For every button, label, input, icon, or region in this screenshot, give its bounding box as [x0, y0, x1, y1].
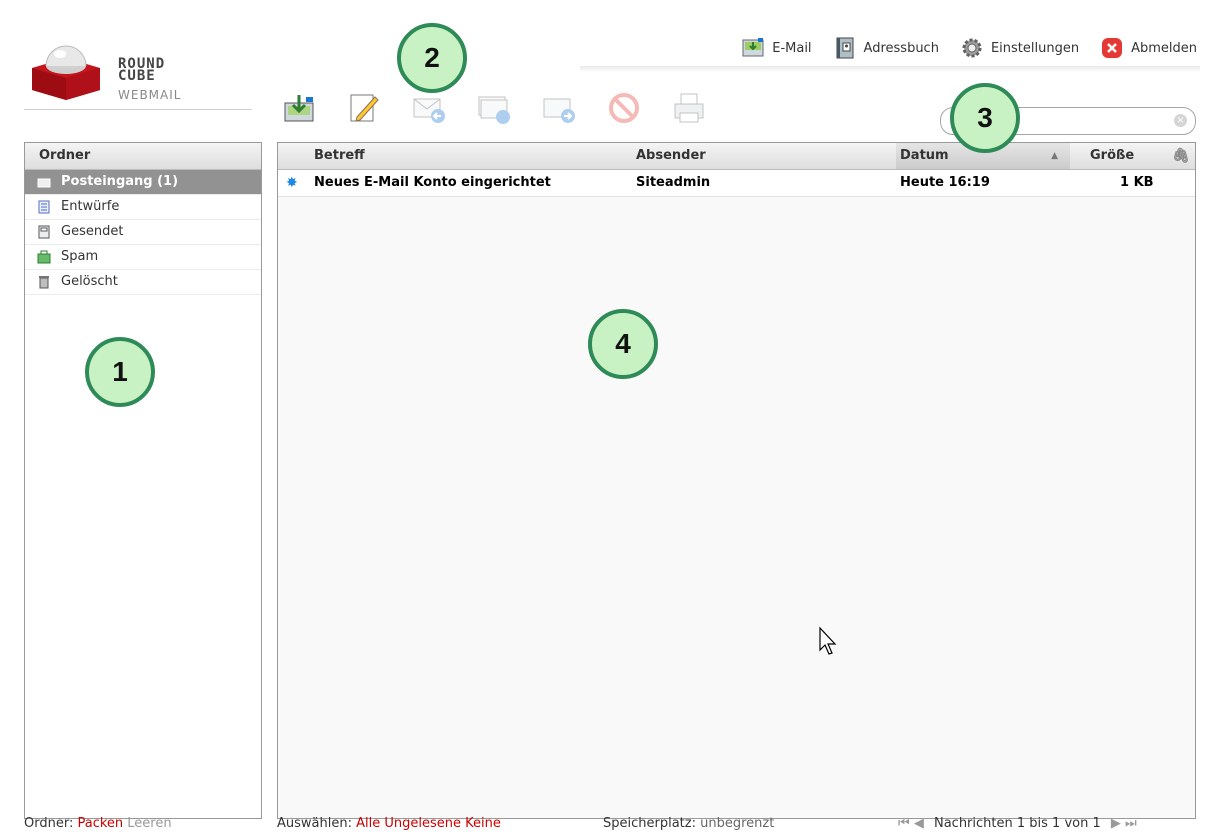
folder-label: Entwürfe [61, 199, 120, 214]
folder-footer-label: Ordner: [24, 816, 74, 831]
check-mail-button[interactable] [282, 91, 316, 125]
callout-4: 4 [588, 309, 658, 379]
quota-value: unbegrenzt [700, 816, 775, 831]
callout-1: 1 [85, 337, 155, 407]
compose-icon [350, 94, 379, 122]
logo-subtext: WEBMAIL [118, 88, 182, 102]
reply-all-icon [478, 96, 510, 124]
message-list-header: Betreff Absender Datum ▲ Größe 🖇 [278, 143, 1195, 170]
folder-panel: Ordner Posteingang (1) Entwürfe Gesendet… [24, 142, 262, 819]
logo-divider [24, 109, 252, 110]
callout-3: 3 [950, 83, 1020, 153]
forward-icon [543, 98, 575, 123]
quota-label: Speicherplatz: [603, 816, 696, 831]
empty-folder-link[interactable]: Leeren [127, 816, 171, 831]
callout-2: 2 [397, 23, 467, 93]
address-book-icon [836, 37, 854, 59]
logo-text: ROUND CUBE [118, 56, 166, 84]
compose-button[interactable] [347, 91, 381, 125]
folder-item-drafts[interactable]: Entwürfe [25, 195, 261, 220]
message-size: 1 KB [1120, 175, 1154, 190]
folder-panel-header: Ordner [25, 143, 261, 170]
column-subject[interactable]: Betreff [314, 143, 365, 169]
pagination: ⏮ ◀ Nachrichten 1 bis 1 von 1 ▶ ⏭ [898, 816, 1137, 831]
message-subject: Neues E-Mail Konto eingerichtet [314, 175, 551, 190]
roundcube-logo[interactable]: ROUND CUBE WEBMAIL [24, 36, 254, 110]
nav-mail[interactable]: E-Mail [742, 37, 812, 59]
attachment-column-icon[interactable]: 🖇 [1172, 143, 1190, 169]
spam-icon [37, 250, 51, 264]
unread-icon: ✸ [286, 175, 298, 191]
check-mail-icon [284, 95, 314, 122]
roundcube-cube-icon [32, 45, 100, 100]
select-footer: Auswählen: Alle Ungelesene Keine [277, 816, 501, 831]
delete-icon [609, 93, 639, 123]
sort-ascending-icon: ▲ [1051, 151, 1058, 161]
nav-settings[interactable]: Einstellungen [961, 37, 1079, 59]
nav-mail-label: E-Mail [772, 40, 812, 56]
folder-item-inbox[interactable]: Posteingang (1) [25, 170, 261, 195]
nav-logout[interactable]: Abmelden [1101, 37, 1197, 59]
forward-button[interactable] [542, 91, 576, 125]
first-page-icon[interactable]: ⏮ [898, 816, 910, 831]
inbox-icon [37, 178, 51, 188]
folder-label: Gesendet [61, 224, 124, 239]
message-row[interactable]: ✸ Neues E-Mail Konto eingerichtet Sitead… [278, 170, 1195, 197]
header-divider [580, 66, 1200, 72]
top-navigation: E-Mail Adressbuch Einstellungen Abmelden [720, 34, 1197, 62]
drafts-icon [38, 200, 50, 214]
reply-all-button[interactable] [477, 91, 511, 125]
folder-label: Posteingang (1) [61, 174, 179, 189]
nav-addressbook-label: Adressbuch [863, 40, 939, 56]
folder-item-spam[interactable]: Spam [25, 245, 261, 270]
nav-logout-label: Abmelden [1131, 40, 1197, 56]
compact-folder-link[interactable]: Packen [77, 816, 123, 831]
mouse-cursor-icon [819, 626, 837, 655]
select-unread-link[interactable]: Ungelesene [384, 816, 461, 831]
reply-icon [413, 98, 445, 123]
message-sender: Siteadmin [636, 175, 711, 190]
previous-page-icon[interactable]: ◀ [914, 816, 924, 831]
print-button[interactable] [672, 91, 706, 125]
message-count: Nachrichten 1 bis 1 von 1 [933, 816, 1101, 831]
folder-item-trash[interactable]: Gelöscht [25, 270, 261, 295]
select-none-link[interactable]: Keine [465, 816, 501, 831]
message-toolbar [282, 86, 737, 130]
print-icon [674, 93, 704, 123]
column-sender[interactable]: Absender [636, 143, 706, 169]
quota-footer: Speicherplatz: unbegrenzt [603, 816, 774, 831]
next-page-icon[interactable]: ▶ [1111, 816, 1121, 831]
select-all-link[interactable]: Alle [356, 816, 380, 831]
message-list: Betreff Absender Datum ▲ Größe 🖇 ✸ Neues… [277, 142, 1196, 819]
delete-button[interactable] [607, 91, 641, 125]
folder-item-sent[interactable]: Gesendet [25, 220, 261, 245]
message-date: Heute 16:19 [900, 175, 990, 190]
gear-icon [962, 38, 982, 58]
last-page-icon[interactable]: ⏭ [1125, 816, 1137, 831]
folder-label: Spam [61, 249, 99, 264]
folder-label: Gelöscht [61, 274, 118, 289]
trash-icon [39, 276, 49, 289]
reply-button[interactable] [412, 91, 446, 125]
select-label: Auswählen: [277, 816, 352, 831]
column-size[interactable]: Größe [1090, 143, 1134, 169]
mail-icon [742, 38, 764, 57]
sent-icon [38, 225, 50, 239]
nav-settings-label: Einstellungen [990, 40, 1080, 56]
clear-search-icon[interactable]: × [1174, 114, 1187, 127]
column-date-label: Datum [900, 148, 949, 163]
logout-icon [1102, 38, 1123, 58]
nav-addressbook[interactable]: Adressbuch [834, 37, 939, 59]
folder-footer: Ordner: Packen Leeren [24, 816, 172, 831]
